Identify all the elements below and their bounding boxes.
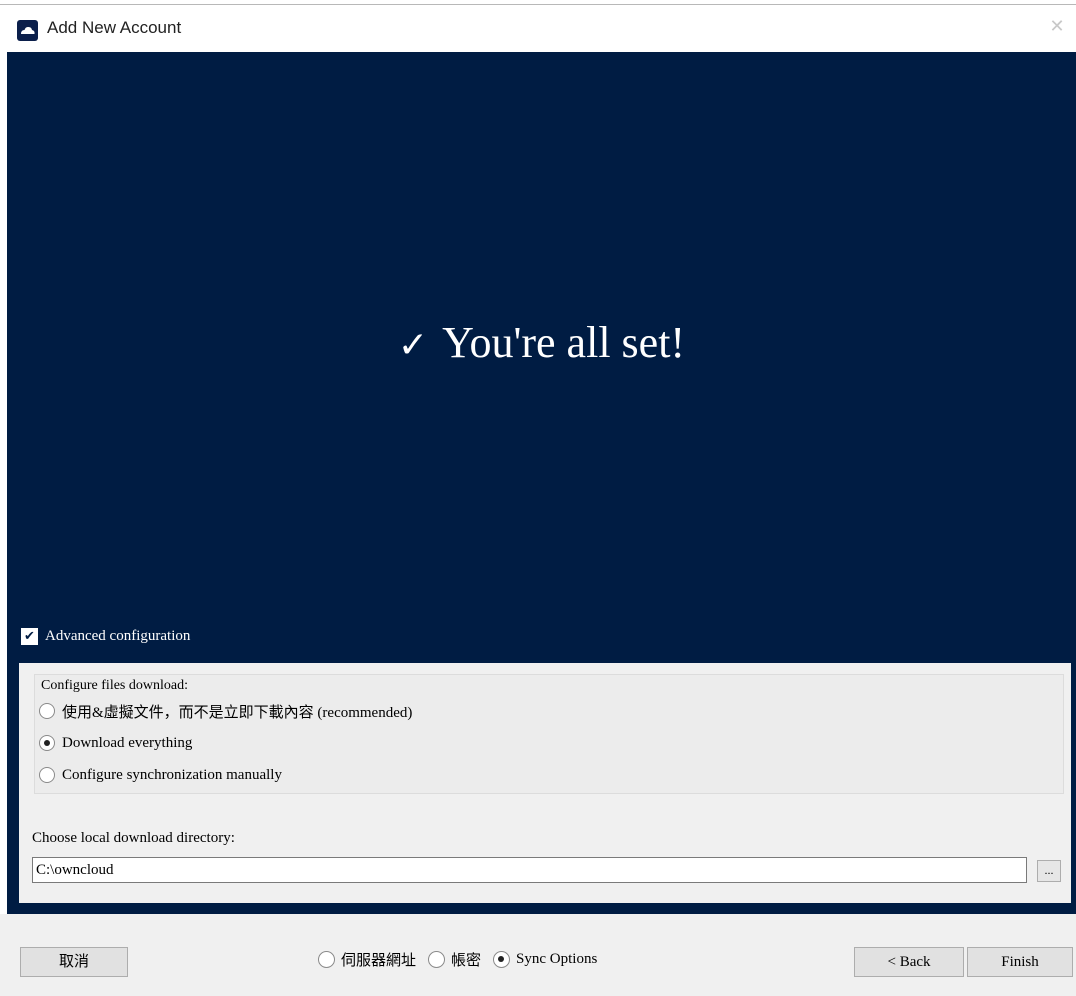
back-button[interactable]: < Back — [854, 947, 964, 977]
cloud-icon — [17, 20, 38, 41]
step-sync-options-label: Sync Options — [516, 950, 598, 967]
success-banner: ✓ You're all set! ✔ Advanced configuratio… — [7, 52, 1076, 914]
advanced-config-checkbox-row[interactable]: ✔ Advanced configuration — [21, 625, 190, 647]
advanced-config-label: Advanced configuration — [45, 627, 191, 644]
success-message: ✓ You're all set! — [7, 317, 1076, 368]
download-group-title: Configure files download: — [41, 678, 188, 693]
radio-manual-sync[interactable] — [39, 767, 55, 783]
radio-download-everything[interactable] — [39, 735, 55, 751]
download-options-group: Configure files download: 使用&虛擬文件，而不是立即下… — [34, 674, 1064, 794]
step-sync-options[interactable]: Sync Options — [493, 950, 598, 968]
advanced-config-panel: Configure files download: 使用&虛擬文件，而不是立即下… — [19, 663, 1071, 903]
wizard-footer: 取消 伺服器網址 帳密 Sync Options < Back Finish — [0, 914, 1076, 996]
step-server-address-label: 伺服器網址 — [341, 952, 417, 969]
option-manual-sync-label: Configure synchronization manually — [62, 766, 282, 783]
step-server-address[interactable]: 伺服器網址 — [318, 949, 416, 970]
radio-virtual-files[interactable] — [39, 703, 55, 719]
success-text: You're all set! — [442, 318, 686, 367]
option-virtual-files[interactable]: 使用&虛擬文件，而不是立即下載內容 (recommended) — [39, 700, 412, 722]
checkbox-check-icon: ✔ — [24, 628, 35, 644]
option-manual-sync[interactable]: Configure synchronization manually — [39, 764, 282, 786]
step-credentials-label: 帳密 — [451, 952, 482, 969]
step-server-address-radio[interactable] — [318, 950, 335, 968]
cancel-button[interactable]: 取消 — [20, 947, 128, 977]
title-bar: Add New Account ✕ — [0, 5, 1076, 52]
wizard-steps: 伺服器網址 帳密 Sync Options — [318, 948, 609, 970]
step-credentials[interactable]: 帳密 — [428, 949, 481, 970]
directory-input[interactable]: C:\owncloud — [32, 857, 1027, 883]
option-virtual-files-label: 使用&虛擬文件，而不是立即下載內容 (recommended) — [62, 704, 413, 721]
directory-label: Choose local download directory: — [32, 830, 235, 846]
finish-button[interactable]: Finish — [967, 947, 1073, 977]
advanced-config-checkbox[interactable]: ✔ — [21, 627, 38, 645]
step-sync-options-radio[interactable] — [493, 950, 511, 968]
checkmark-icon: ✓ — [397, 325, 429, 366]
close-icon[interactable]: ✕ — [1048, 17, 1066, 35]
option-download-everything[interactable]: Download everything — [39, 732, 192, 754]
option-download-everything-label: Download everything — [62, 734, 193, 751]
step-credentials-radio[interactable] — [428, 950, 446, 968]
window-title: Add New Account — [47, 18, 182, 37]
browse-button[interactable]: ... — [1037, 860, 1061, 882]
